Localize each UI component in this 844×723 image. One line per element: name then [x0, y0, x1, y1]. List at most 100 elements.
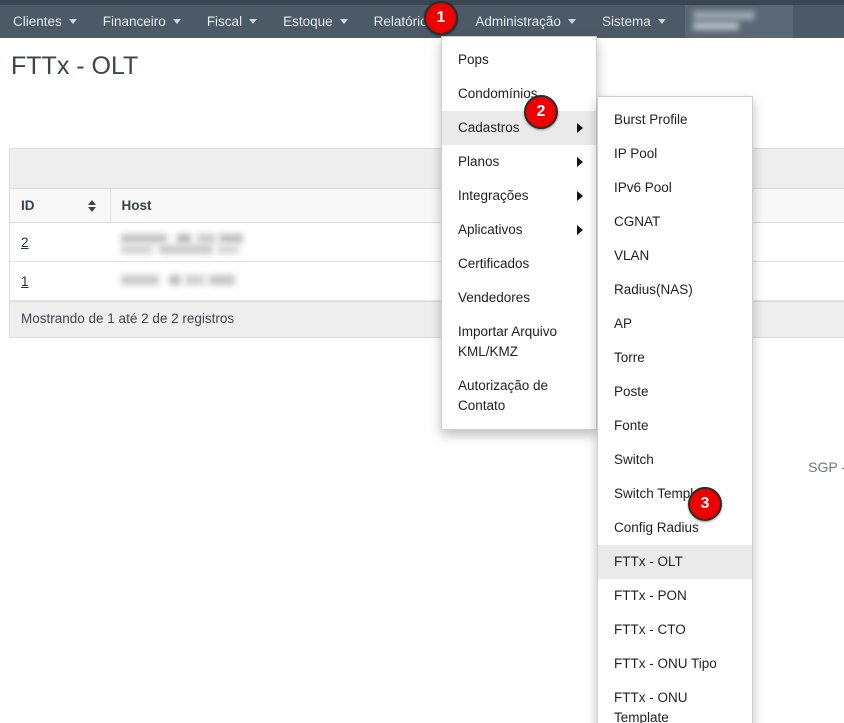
- user-menu-button[interactable]: [685, 5, 793, 38]
- menu-item-fttx-olt[interactable]: FTTx - OLT: [598, 545, 752, 579]
- redaction-block: [177, 234, 191, 243]
- menu-item-label: FTTx - ONU Template: [614, 690, 688, 723]
- column-header-id-label: ID: [21, 198, 35, 213]
- menu-item-label: Autorização de Contato: [458, 378, 548, 413]
- menu-item-label: Aplicativos: [458, 222, 523, 237]
- user-name-redacted: [693, 11, 755, 20]
- nav-item-label: Sistema: [602, 15, 651, 29]
- user-role-redacted: [693, 22, 739, 30]
- menu-item-label: FTTx - ONU Tipo: [614, 656, 717, 671]
- chevron-down-icon: [340, 19, 348, 24]
- menu-item-fttx-pon[interactable]: FTTx - PON: [598, 579, 752, 613]
- menu-item-certificados[interactable]: Certificados: [442, 247, 596, 281]
- step-badge-2: 2: [524, 95, 558, 129]
- sort-asc-icon: [88, 200, 96, 205]
- menu-item-ap[interactable]: AP: [598, 307, 752, 341]
- app-root: ClientesFinanceiroFiscalEstoqueRelatório…: [0, 0, 844, 723]
- menu-item-fttx-cto[interactable]: FTTx - CTO: [598, 613, 752, 647]
- menu-item-config-radius[interactable]: Config Radius: [598, 511, 752, 545]
- menu-item-fttx-onu-tipo[interactable]: FTTx - ONU Tipo: [598, 647, 752, 681]
- menu-item-label: FTTx - CTO: [614, 622, 686, 637]
- menu-item-cadastros[interactable]: Cadastros: [442, 111, 596, 145]
- menu-item-switch[interactable]: Switch: [598, 443, 752, 477]
- chevron-down-icon: [173, 19, 181, 24]
- main-navbar: ClientesFinanceiroFiscalEstoqueRelatório…: [0, 5, 844, 38]
- menu-item-torre[interactable]: Torre: [598, 341, 752, 375]
- chevron-right-icon: [577, 191, 583, 201]
- menu-item-label: Planos: [458, 154, 499, 169]
- menu-item-condom-nios[interactable]: Condomínios: [442, 77, 596, 111]
- nav-item-estoque[interactable]: Estoque: [270, 5, 361, 38]
- nav-item-clientes[interactable]: Clientes: [0, 5, 90, 38]
- menu-item-vendedores[interactable]: Vendedores: [442, 281, 596, 315]
- menu-item-label: VLAN: [614, 248, 649, 263]
- menu-item-label: Poste: [614, 384, 649, 399]
- menu-item-label: Importar Arquivo KML/KMZ: [458, 324, 557, 359]
- chevron-down-icon: [249, 19, 257, 24]
- menu-item-label: Config Radius: [614, 520, 699, 535]
- menu-item-label: AP: [614, 316, 632, 331]
- menu-item-poste[interactable]: Poste: [598, 375, 752, 409]
- host-value-redacted: [121, 234, 361, 251]
- menu-item-label: Radius(NAS): [614, 282, 693, 297]
- cell-id: 1: [10, 262, 110, 301]
- redaction-block: [121, 275, 159, 285]
- column-header-host-label: Host: [122, 198, 152, 213]
- menu-item-label: FTTx - PON: [614, 588, 687, 603]
- menu-item-planos[interactable]: Planos: [442, 145, 596, 179]
- chevron-down-icon: [69, 19, 77, 24]
- redaction-block: [121, 234, 167, 243]
- administracao-dropdown-menu: Pops Condomínios Cadastros Planos Integraçõe…: [441, 36, 597, 430]
- menu-item-label: Integrações: [458, 188, 529, 203]
- redaction-block: [185, 275, 205, 285]
- menu-item-importar-arquivo-kml-kmz[interactable]: Importar Arquivo KML/KMZ: [442, 315, 596, 369]
- menu-item-label: CGNAT: [614, 214, 660, 229]
- page-title: FTTx - OLT: [11, 52, 138, 81]
- menu-item-fonte[interactable]: Fonte: [598, 409, 752, 443]
- menu-item-switch-template[interactable]: Switch Template: [598, 477, 752, 511]
- nav-item-label: Clientes: [13, 15, 62, 29]
- nav-item-label: Fiscal: [207, 15, 242, 29]
- redaction-block: [209, 275, 235, 285]
- menu-item-pops[interactable]: Pops: [442, 43, 596, 77]
- menu-item-autoriza-o-de-contato[interactable]: Autorização de Contato: [442, 369, 596, 423]
- nav-item-label: Financeiro: [103, 15, 166, 29]
- menu-item-label: Vendedores: [458, 290, 530, 305]
- chevron-down-icon: [658, 19, 666, 24]
- menu-item-label: Torre: [614, 350, 645, 365]
- olt-id-link[interactable]: 1: [21, 274, 29, 289]
- menu-item-label: Burst Profile: [614, 112, 688, 127]
- column-header-id[interactable]: ID: [10, 189, 110, 223]
- sort-desc-icon: [88, 207, 96, 212]
- chevron-down-icon: [568, 19, 576, 24]
- redaction-block: [219, 234, 243, 243]
- nav-item-financeiro[interactable]: Financeiro: [90, 5, 194, 38]
- nav-item-administra-o[interactable]: Administração: [462, 5, 589, 38]
- menu-item-ip-pool[interactable]: IP Pool: [598, 137, 752, 171]
- redaction-block: [169, 275, 181, 285]
- menu-item-label: Cadastros: [458, 120, 520, 135]
- chevron-right-icon: [577, 225, 583, 235]
- menu-item-fttx-onu-template[interactable]: FTTx - ONU Template: [598, 681, 752, 723]
- redaction-block: [217, 245, 239, 254]
- brand-footer: SGP -: [808, 459, 844, 475]
- step-badge-1: 1: [424, 1, 458, 35]
- step-badge-3: 3: [688, 487, 722, 521]
- menu-item-radius-nas[interactable]: Radius(NAS): [598, 273, 752, 307]
- menu-item-integra-es[interactable]: Integrações: [442, 179, 596, 213]
- menu-item-label: IPv6 Pool: [614, 180, 672, 195]
- menu-item-ipv6-pool[interactable]: IPv6 Pool: [598, 171, 752, 205]
- menu-item-aplicativos[interactable]: Aplicativos: [442, 213, 596, 247]
- menu-item-label: IP Pool: [614, 146, 657, 161]
- sort-toggle-icon[interactable]: [88, 200, 96, 212]
- nav-item-sistema[interactable]: Sistema: [589, 5, 679, 38]
- menu-item-vlan[interactable]: VLAN: [598, 239, 752, 273]
- menu-item-label: Pops: [458, 52, 489, 67]
- menu-item-burst-profile[interactable]: Burst Profile: [598, 103, 752, 137]
- menu-item-label: Switch: [614, 452, 654, 467]
- nav-item-fiscal[interactable]: Fiscal: [194, 5, 270, 38]
- olt-id-link[interactable]: 2: [21, 235, 29, 250]
- redaction-block: [121, 245, 153, 254]
- menu-item-cgnat[interactable]: CGNAT: [598, 205, 752, 239]
- chevron-right-icon: [577, 123, 583, 133]
